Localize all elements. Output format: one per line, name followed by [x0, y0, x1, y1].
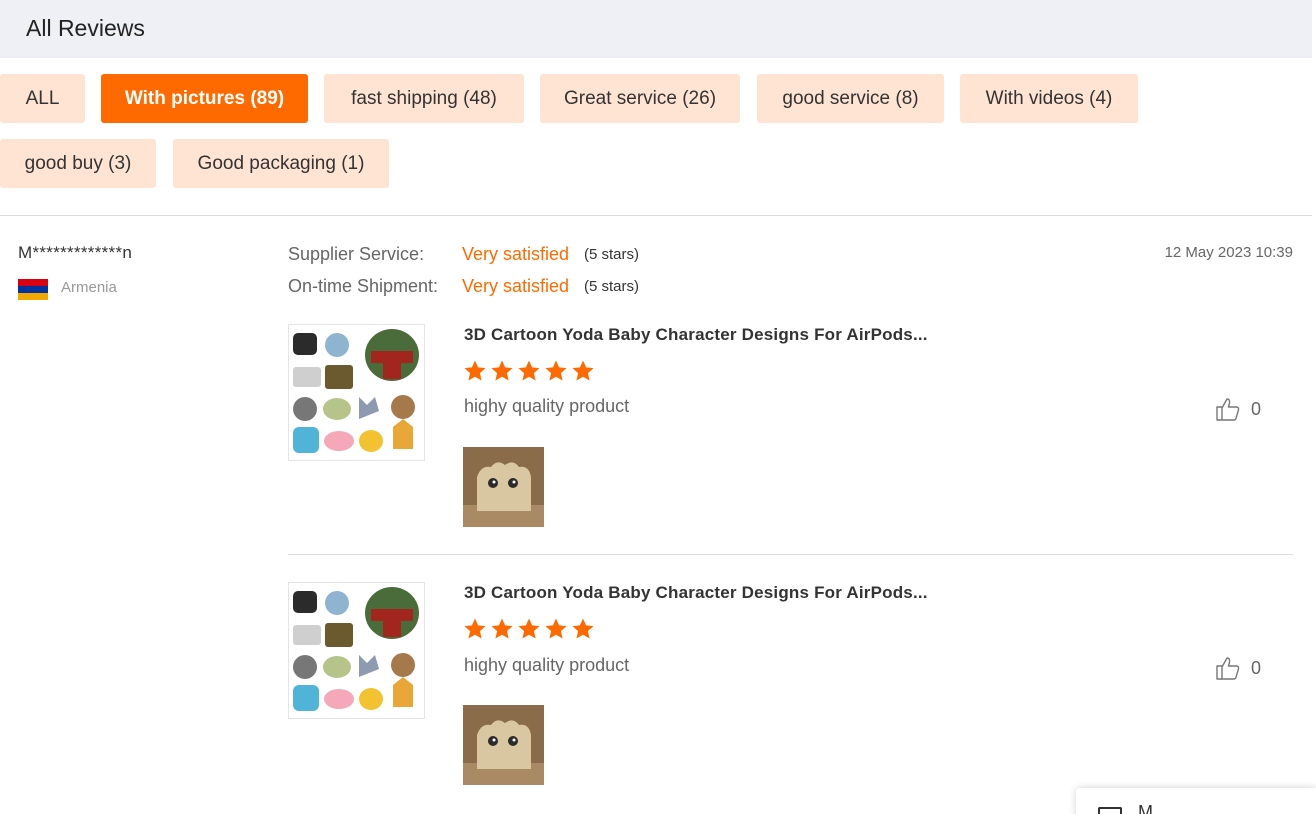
shipment-label: On-time Shipment:	[288, 276, 439, 296]
review-text: highy quality product	[464, 396, 630, 416]
star-icon	[572, 360, 594, 381]
product-thumbnail[interactable]	[288, 582, 425, 719]
star-icon	[545, 360, 567, 381]
page-title: All Reviews	[26, 15, 145, 41]
star-icon	[464, 360, 486, 381]
review-photo[interactable]	[463, 447, 544, 527]
filter-fast-shipping[interactable]: fast shipping (48)	[324, 74, 524, 123]
like-count: 0	[1251, 657, 1262, 678]
star-icon	[518, 360, 540, 381]
helpful-button[interactable]: 0	[1215, 655, 1261, 681]
filter-great-service[interactable]: Great service (26)	[540, 74, 740, 123]
star-icon	[545, 618, 567, 639]
filter-good-packaging[interactable]: Good packaging (1)	[173, 139, 389, 188]
filter-with-pictures[interactable]: With pictures (89)	[101, 74, 308, 123]
shipment-value: Very satisfied	[462, 276, 570, 296]
review-star-rating	[463, 359, 595, 383]
review-text: highy quality product	[464, 655, 630, 675]
filter-good-buy[interactable]: good buy (3)	[0, 139, 156, 188]
review-photo[interactable]	[463, 705, 544, 785]
like-count: 0	[1251, 398, 1262, 419]
item-divider	[288, 554, 1293, 555]
section-divider	[0, 215, 1312, 216]
supplier-service-value: Very satisfied	[462, 244, 570, 264]
helpful-button[interactable]: 0	[1215, 396, 1261, 422]
thumbs-up-icon	[1216, 657, 1240, 680]
product-title[interactable]: 3D Cartoon Yoda Baby Character Designs F…	[464, 583, 928, 603]
filter-good-service[interactable]: good service (8)	[757, 74, 944, 123]
product-image	[293, 587, 419, 711]
armenia-flag-icon	[18, 279, 48, 300]
filter-with-videos[interactable]: With videos (4)	[960, 74, 1138, 123]
star-icon	[572, 618, 594, 639]
review-photo-image	[463, 447, 544, 527]
floating-message-panel[interactable]: M	[1076, 788, 1316, 814]
product-thumbnail[interactable]	[288, 324, 425, 461]
reviews-header: All Reviews	[0, 0, 1312, 58]
star-icon	[491, 360, 513, 381]
review-star-rating	[463, 617, 595, 641]
filter-all[interactable]: ALL	[0, 74, 85, 123]
floating-panel-label: M	[1138, 802, 1153, 814]
star-icon	[464, 618, 486, 639]
supplier-service-stars: (5 stars)	[584, 246, 640, 263]
reviewer-name: M*************n	[18, 243, 133, 262]
thumbs-up-icon	[1216, 398, 1240, 421]
star-icon	[518, 618, 540, 639]
message-icon	[1098, 807, 1122, 814]
product-image	[293, 329, 419, 453]
star-icon	[491, 618, 513, 639]
shipment-stars: (5 stars)	[584, 278, 640, 295]
supplier-service-label: Supplier Service:	[288, 244, 425, 264]
product-title[interactable]: 3D Cartoon Yoda Baby Character Designs F…	[464, 325, 928, 345]
review-photo-image	[463, 705, 544, 785]
review-date: 12 May 2023 10:39	[1164, 244, 1293, 261]
reviewer-country: Armenia	[61, 279, 117, 296]
